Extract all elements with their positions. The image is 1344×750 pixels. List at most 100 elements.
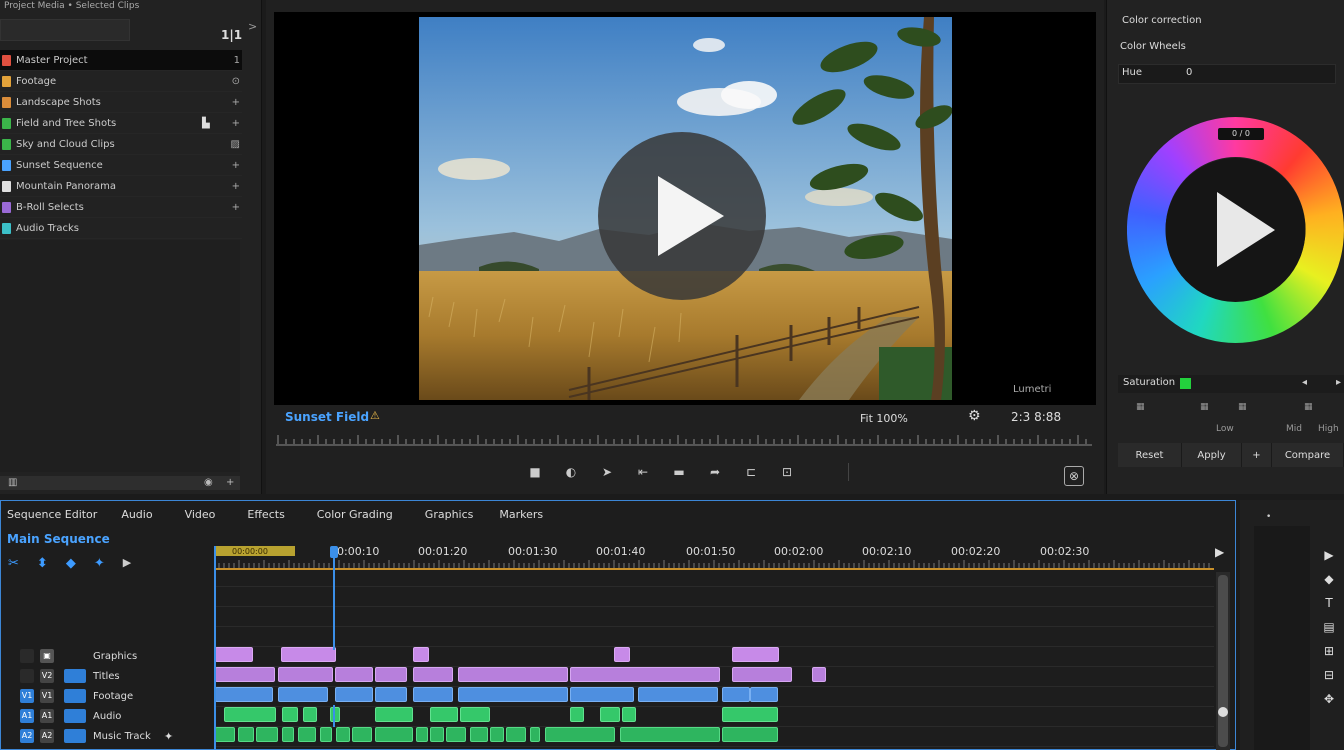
mark-clip-icon[interactable]: ▬ bbox=[672, 465, 686, 479]
timeline-clip[interactable] bbox=[530, 727, 540, 742]
playhead-handle[interactable] bbox=[330, 546, 338, 558]
track-fx-icon[interactable]: ✦ bbox=[164, 730, 173, 743]
timeline-clip[interactable] bbox=[570, 687, 634, 702]
viewer-clip-name[interactable]: Sunset Field bbox=[285, 410, 369, 424]
timeline-clip[interactable] bbox=[570, 667, 720, 682]
track-lock-toggle[interactable] bbox=[20, 669, 34, 683]
reset-button[interactable]: Reset bbox=[1118, 443, 1182, 467]
track-header[interactable]: V1 V1 Footage bbox=[0, 686, 213, 706]
timeline-clip[interactable] bbox=[375, 667, 407, 682]
bin-action-icon[interactable]: ⊙ bbox=[232, 76, 240, 87]
timeline-clip[interactable] bbox=[298, 727, 316, 742]
track-lock-toggle[interactable]: A2 bbox=[20, 729, 34, 743]
track-header[interactable]: A2 A2 Music Track ✦ bbox=[0, 726, 213, 746]
text-tool-icon[interactable]: T bbox=[1320, 596, 1338, 610]
timeline-tab[interactable]: Video bbox=[185, 508, 216, 521]
timeline-clip[interactable] bbox=[352, 727, 372, 742]
play-forward-icon[interactable]: ➤ bbox=[600, 465, 614, 479]
timeline-clip[interactable] bbox=[375, 727, 413, 742]
track-target-toggle[interactable]: A1 bbox=[40, 709, 54, 723]
stop-icon[interactable]: ■ bbox=[528, 465, 542, 479]
timeline-clip[interactable] bbox=[430, 727, 444, 742]
inspector-section-label[interactable]: Color Wheels bbox=[1120, 41, 1186, 52]
track-sync-toggle[interactable] bbox=[64, 689, 86, 703]
track-sync-toggle[interactable] bbox=[64, 729, 86, 743]
timeline-clip[interactable] bbox=[812, 667, 826, 682]
bin-item[interactable]: Sky and Cloud Clips ▨ bbox=[0, 134, 242, 155]
timeline-zoom-knob[interactable] bbox=[1218, 707, 1228, 717]
timeline-clip[interactable] bbox=[470, 727, 488, 742]
in-point-marker[interactable] bbox=[214, 546, 216, 750]
timeline-clip[interactable] bbox=[460, 707, 490, 722]
timeline-scroll-thumb[interactable] bbox=[1218, 575, 1228, 747]
track-sync-toggle[interactable] bbox=[64, 669, 86, 683]
track-target-toggle[interactable]: V1 bbox=[40, 689, 54, 703]
timeline-tab[interactable]: Audio bbox=[121, 508, 152, 521]
apply-button[interactable]: Apply bbox=[1182, 443, 1242, 467]
timeline-clip[interactable] bbox=[215, 687, 273, 702]
timeline-clip[interactable] bbox=[303, 707, 317, 722]
timeline-tab[interactable]: Color Grading bbox=[317, 508, 393, 521]
timeline-clip[interactable] bbox=[335, 667, 373, 682]
add-effect-button[interactable]: + bbox=[1242, 443, 1272, 467]
timeline-clip[interactable] bbox=[732, 647, 779, 662]
timeline-clip[interactable] bbox=[375, 687, 407, 702]
new-bin-button[interactable]: + bbox=[226, 477, 234, 488]
color-wheel[interactable] bbox=[1127, 117, 1344, 343]
ripple-tool-icon[interactable]: ⬍ bbox=[37, 556, 48, 571]
timeline-clip[interactable] bbox=[281, 647, 336, 662]
timeline-clip[interactable] bbox=[375, 707, 413, 722]
step-back-icon[interactable]: ⇤ bbox=[636, 465, 650, 479]
bin-item[interactable]: Field and Tree Shots ▙ + bbox=[0, 113, 242, 134]
overwrite-icon[interactable]: ⊡ bbox=[780, 465, 794, 479]
timeline-clip[interactable] bbox=[722, 707, 778, 722]
timeline-clip[interactable] bbox=[506, 727, 526, 742]
timeline-clip[interactable] bbox=[215, 647, 253, 662]
sequence-name[interactable]: Main Sequence bbox=[7, 532, 110, 546]
track-sync-toggle[interactable] bbox=[64, 649, 86, 663]
list-icon[interactable]: ▤ bbox=[1320, 620, 1338, 634]
pen-icon[interactable]: ◆ bbox=[1320, 572, 1338, 586]
timeline-clip[interactable] bbox=[430, 707, 458, 722]
track-sync-toggle[interactable] bbox=[64, 709, 86, 723]
bin-item[interactable]: Landscape Shots + bbox=[0, 92, 242, 113]
timeline-clip[interactable] bbox=[278, 667, 333, 682]
bin-item[interactable]: Mountain Panorama + bbox=[0, 176, 242, 197]
razor-tool-icon[interactable]: ✂ bbox=[8, 556, 19, 571]
track-lock-toggle[interactable] bbox=[20, 649, 34, 663]
track-target-toggle[interactable]: ▣ bbox=[40, 649, 54, 663]
bin-item[interactable]: B-Roll Selects + bbox=[0, 197, 242, 218]
timeline-clip[interactable] bbox=[570, 707, 584, 722]
timeline-tab[interactable]: Markers bbox=[499, 508, 543, 521]
grid-icon[interactable]: ⊞ bbox=[1320, 644, 1338, 658]
timeline-clip[interactable] bbox=[416, 727, 428, 742]
saturation-swatch[interactable] bbox=[1180, 378, 1191, 389]
param-checkbox[interactable]: ▦ bbox=[1200, 402, 1209, 412]
timeline-clip[interactable] bbox=[722, 727, 778, 742]
bin-action-icon[interactable]: 1 bbox=[234, 55, 240, 66]
bin-item[interactable]: Master Project 1 bbox=[0, 50, 242, 71]
timeline-clip[interactable] bbox=[256, 727, 278, 742]
bin-item[interactable]: Sunset Sequence + bbox=[0, 155, 242, 176]
param-checkbox[interactable]: ▦ bbox=[1304, 402, 1313, 412]
timeline-clip[interactable] bbox=[282, 707, 298, 722]
timeline-clip[interactable] bbox=[330, 707, 340, 722]
timeline-clip[interactable] bbox=[336, 727, 350, 742]
timeline-clip[interactable] bbox=[614, 647, 630, 662]
project-search-input[interactable] bbox=[0, 19, 130, 41]
timeline-clip[interactable] bbox=[335, 687, 373, 702]
saturation-increase-arrow[interactable]: ▸ bbox=[1336, 377, 1341, 388]
timeline-clip[interactable] bbox=[238, 727, 254, 742]
settings-wrench-icon[interactable]: ⚙ bbox=[968, 408, 981, 424]
select-tool-icon[interactable]: ✦ bbox=[94, 556, 105, 571]
bin-action-icon[interactable]: ▨ bbox=[231, 139, 240, 150]
playhead[interactable] bbox=[333, 546, 335, 650]
timeline-clip[interactable] bbox=[458, 687, 568, 702]
ruler-play-icon[interactable]: ▶ bbox=[1215, 545, 1224, 559]
insert-icon[interactable]: ⊏ bbox=[744, 465, 758, 479]
timeline-clip[interactable] bbox=[620, 727, 720, 742]
timeline-tab[interactable]: Effects bbox=[247, 508, 284, 521]
timeline-clip[interactable] bbox=[750, 687, 778, 702]
compare-button[interactable]: Compare bbox=[1272, 443, 1344, 467]
track-lock-toggle[interactable]: A1 bbox=[20, 709, 34, 723]
